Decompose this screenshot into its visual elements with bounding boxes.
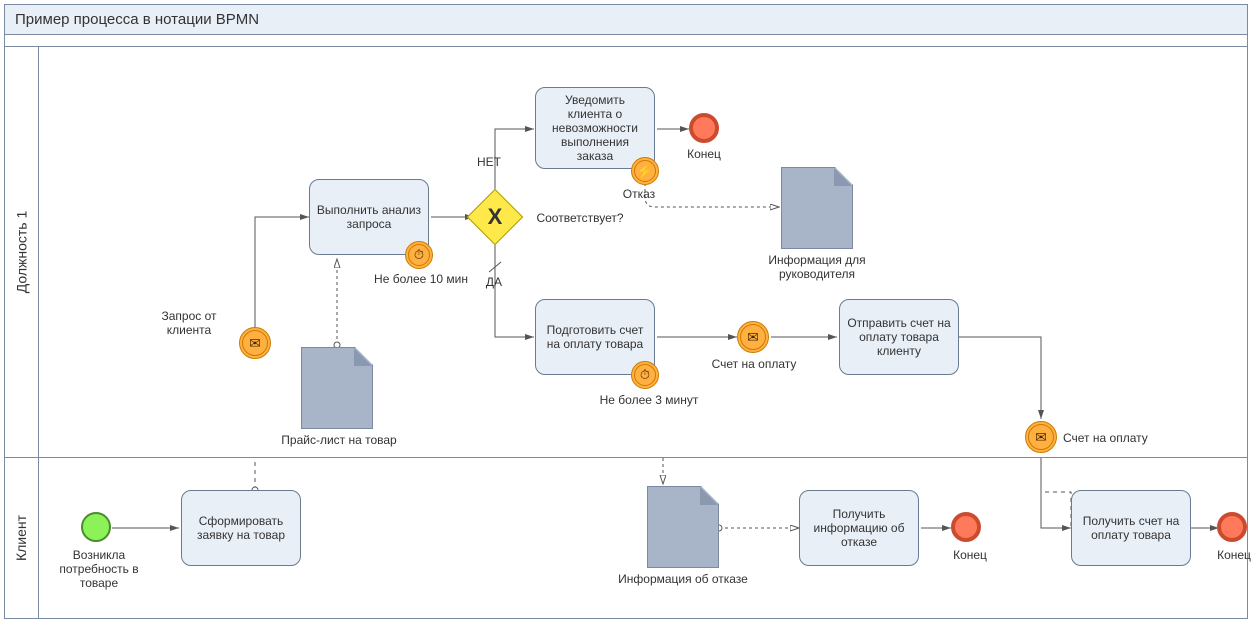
- bpmn-pool: Пример процесса в нотации BPMN Должность…: [4, 4, 1248, 619]
- document-info-refusal-icon: [647, 486, 719, 568]
- label-refusal: Отказ: [609, 187, 669, 201]
- lanes-container: Должность 1: [5, 47, 1247, 618]
- label-request: Запрос от клиента: [139, 309, 239, 337]
- task-send-invoice: Отправить счет на оплату товара клиенту: [839, 299, 959, 375]
- spacer: [5, 35, 1247, 47]
- lane-2-label: Клиент: [5, 458, 39, 618]
- message-event-invoice2-icon: [1025, 421, 1057, 453]
- label-msg-invoice2: Счет на оплату: [1063, 431, 1173, 445]
- end-event-1-icon: [689, 113, 719, 143]
- lane-1-label-text: Должность 1: [14, 211, 30, 294]
- lane-1-label: Должность 1: [5, 47, 39, 457]
- label-yes: ДА: [479, 275, 509, 289]
- end-event-3-icon: [1217, 512, 1247, 542]
- label-pricelist: Прайс-лист на товар: [279, 433, 399, 447]
- label-timer1: Не более 10 мин: [371, 272, 471, 286]
- document-pricelist-icon: [301, 347, 373, 429]
- task-receive-refusal-text: Получить информацию об отказе: [806, 507, 912, 549]
- message-event-invoice-icon: [737, 321, 769, 353]
- start-event-icon: [81, 512, 111, 542]
- timer-event-2-icon: [631, 361, 659, 389]
- label-timer2: Не более 3 минут: [599, 393, 699, 407]
- message-event-request-icon: [239, 327, 271, 359]
- lane-client: Клиент: [5, 458, 1247, 618]
- error-event-refusal-icon: [631, 157, 659, 185]
- label-end1: Конец: [669, 147, 739, 161]
- lane-1-body: Запрос от клиента Выполнить анализ запро…: [39, 47, 1247, 457]
- label-info-refusal: Информация об отказе: [613, 572, 753, 586]
- label-end3: Конец: [1199, 548, 1257, 562]
- task-prepare-invoice-text: Подготовить счет на оплату товара: [542, 323, 648, 351]
- task-notify-text: Уведомить клиента о невозможности выполн…: [542, 93, 648, 163]
- document-info-manager-icon: [781, 167, 853, 249]
- gateway-exclusive-icon: X: [475, 197, 515, 237]
- task-send-invoice-text: Отправить счет на оплату товара клиенту: [846, 316, 952, 358]
- label-gateway-question: Соответствует?: [525, 211, 635, 225]
- lane-position-1: Должность 1: [5, 47, 1247, 458]
- label-end2: Конец: [935, 548, 1005, 562]
- task-form-request-text: Сформировать заявку на товар: [188, 514, 294, 542]
- lane-2-body: Возникла потребность в товаре Сформирова…: [39, 458, 1247, 618]
- task-form-request: Сформировать заявку на товар: [181, 490, 301, 566]
- label-msg-invoice: Счет на оплату: [699, 357, 809, 371]
- task-receive-refusal: Получить информацию об отказе: [799, 490, 919, 566]
- label-start: Возникла потребность в товаре: [49, 548, 149, 590]
- pool-title: Пример процесса в нотации BPMN: [5, 5, 1247, 35]
- task-receive-invoice-text: Получить счет на оплату товара: [1078, 514, 1184, 542]
- label-info-manager: Информация для руководителя: [757, 253, 877, 281]
- lane-2-label-text: Клиент: [14, 515, 30, 561]
- label-no: НЕТ: [469, 155, 509, 169]
- task-analyze-text: Выполнить анализ запроса: [316, 203, 422, 231]
- timer-event-1-icon: [405, 241, 433, 269]
- task-notify: Уведомить клиента о невозможности выполн…: [535, 87, 655, 169]
- end-event-2-icon: [951, 512, 981, 542]
- task-receive-invoice: Получить счет на оплату товара: [1071, 490, 1191, 566]
